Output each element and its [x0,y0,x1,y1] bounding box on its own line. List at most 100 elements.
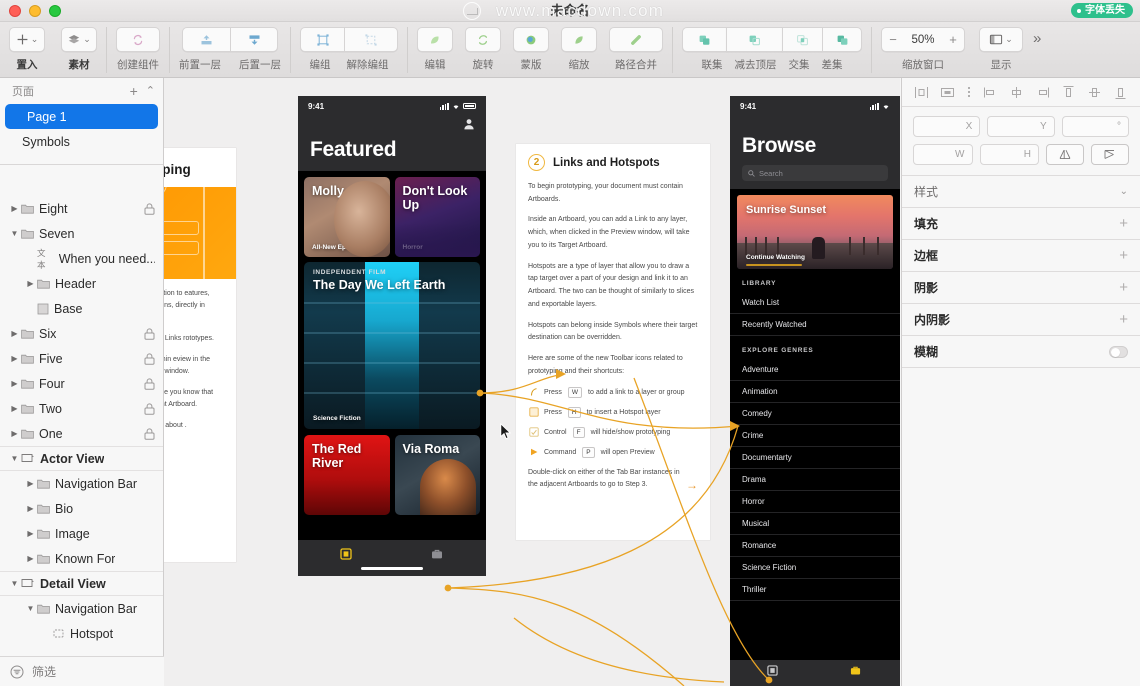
toolbar-group-rotate[interactable]: 旋转 [465,27,501,72]
watchlist-tab-bar[interactable] [730,660,900,686]
toolbar-group-insert[interactable]: ⌄ 置入 [9,27,45,72]
lock-icon[interactable] [144,203,155,215]
hero-card-sunrise-sunset[interactable]: Sunrise Sunset Continue Watching [737,195,893,269]
toolbar-overflow-button[interactable]: » [1033,30,1041,47]
zoom-out-button[interactable]: − [886,32,900,47]
genre-item-documentarty[interactable]: Documentarty [730,447,900,469]
arrow-right-icon[interactable]: → [686,479,698,491]
artboard-watchlist[interactable]: 9:41 Browse Search [730,96,900,686]
add-icon[interactable]: + [1119,312,1128,327]
genre-item-horror[interactable]: Horror [730,491,900,513]
disclosure-triangle[interactable]: ▼ [24,604,37,613]
toolbar-group-assets[interactable]: ⌄ 素材 [61,27,97,72]
library-item-watch-list[interactable]: Watch List [730,292,900,314]
layer-filter-bar[interactable]: 筛选 [0,656,164,686]
style-sections[interactable]: 样式⌄填充+边框+阴影+内阴影+模糊 [902,176,1140,368]
card-red-river[interactable]: The Red River [304,435,390,515]
zoom-in-button[interactable]: + [946,32,960,47]
layer-row-detail-view[interactable]: ▼Detail View [0,571,163,596]
toolbar-group-zoom[interactable]: − 50% + 缩放窗口 [881,27,965,72]
canvas[interactable]: Featured Watch List g Prototyping jive y… [164,78,900,686]
toolbar-group-create-symbol[interactable]: 创建组件 [116,27,160,72]
briefcase-tab-icon[interactable] [850,665,861,676]
view-button[interactable]: ⌄ [979,27,1023,52]
add-icon[interactable]: + [1119,248,1128,263]
page-item-page-1[interactable]: Page 1 [5,104,158,129]
disclosure-triangle[interactable]: ▶ [24,504,37,513]
layer-row-image[interactable]: ▶Image [0,521,163,546]
layer-row-known-for[interactable]: ▶Known For [0,546,163,571]
toolbar-group-group[interactable]: 编组 解除编组 [300,27,398,72]
genre-list[interactable]: AdventureAnimationComedyCrimeDocumentart… [730,359,900,601]
disclosure-triangle[interactable]: ▼ [8,579,21,588]
style-section-填充[interactable]: 填充+ [902,208,1140,240]
disclosure-triangle[interactable]: ▼ [8,454,21,463]
disclosure-triangle[interactable]: ▶ [8,354,21,363]
layer-row-seven[interactable]: ▼Seven [0,221,163,246]
align-left-icon[interactable] [914,85,929,100]
style-section-边框[interactable]: 边框+ [902,240,1140,272]
layer-row-eight[interactable]: ▶Eight [0,196,163,221]
align-top-icon[interactable] [1061,85,1076,100]
y-field[interactable]: Y [987,116,1054,137]
layer-row-five[interactable]: ▶Five [0,346,163,371]
artboard-featured[interactable]: 9:41 Featured Molly [298,96,486,576]
layer-row-one[interactable]: ▶One [0,421,163,446]
mask-button[interactable] [513,27,549,52]
layer-row-six[interactable]: ▶Six [0,321,163,346]
add-icon[interactable]: + [1119,216,1128,231]
toolbar-group-flatten[interactable]: 路径合并 [609,27,663,72]
genre-item-thriller[interactable]: Thriller [730,579,900,601]
genre-item-animation[interactable]: Animation [730,381,900,403]
card-dont-look-up[interactable]: Don't Look Up Horror [395,177,481,257]
toolbar-group-scale[interactable]: 缩放 [561,27,597,72]
add-icon[interactable]: + [1119,280,1128,295]
genre-item-crime[interactable]: Crime [730,425,900,447]
blur-toggle[interactable] [1109,346,1128,358]
disclosure-triangle[interactable]: ▶ [24,554,37,563]
zoom-value[interactable]: 50% [906,34,940,46]
difference-button[interactable] [822,27,862,52]
toolbar-group-boolean[interactable]: 联集 减去顶层 交集 差集 [682,27,862,72]
assets-button[interactable]: ⌄ [61,27,97,52]
lock-icon[interactable] [144,328,155,340]
insert-button[interactable]: ⌄ [9,27,45,52]
align-right-edges-icon[interactable] [1035,85,1050,100]
flatten-button[interactable] [609,27,663,52]
disclosure-triangle[interactable]: ▶ [8,204,21,213]
instructions-card[interactable]: 2 Links and Hotspots To begin prototypin… [516,144,710,540]
layer-row-hotspot[interactable]: Hotspot [0,621,163,646]
flip-vertical-button[interactable] [1091,144,1129,165]
scale-button[interactable] [561,27,597,52]
genre-item-science-fiction[interactable]: Science Fiction [730,557,900,579]
featured-tab-bar[interactable] [298,540,486,576]
library-tab-icon[interactable] [767,665,778,676]
rotate-button[interactable] [465,27,501,52]
width-field[interactable]: W [913,144,973,165]
lock-icon[interactable] [144,353,155,365]
toolbar-group-view[interactable]: ⌄ 显示 [979,27,1023,72]
disclosure-triangle[interactable]: ▶ [24,529,37,538]
genre-item-drama[interactable]: Drama [730,469,900,491]
genre-item-adventure[interactable]: Adventure [730,359,900,381]
align-left-edges-icon[interactable] [983,85,998,100]
toolbar-group-mask[interactable]: 蒙版 [513,27,549,72]
height-field[interactable]: H [980,144,1040,165]
layer-row-four[interactable]: ▶Four [0,371,163,396]
library-item-recently-watched[interactable]: Recently Watched [730,314,900,336]
x-field[interactable]: X [913,116,980,137]
disclosure-triangle[interactable]: ▶ [8,429,21,438]
layer-row-bio[interactable]: ▶Bio [0,496,163,521]
align-bottom-icon[interactable] [1113,85,1128,100]
edit-button[interactable] [417,27,453,52]
send-backward-button[interactable] [230,27,278,52]
union-button[interactable] [682,27,726,52]
layer-row-actor-view[interactable]: ▼Actor View [0,446,163,471]
lock-icon[interactable] [144,403,155,415]
card-via-roma[interactable]: Via Roma [395,435,481,515]
briefcase-tab-icon[interactable] [431,548,443,560]
lock-icon[interactable] [144,428,155,440]
disclosure-triangle[interactable]: ▶ [8,404,21,413]
card-molly[interactable]: Molly All-New Episodes [304,177,390,257]
style-section-样式[interactable]: 样式⌄ [902,176,1140,208]
